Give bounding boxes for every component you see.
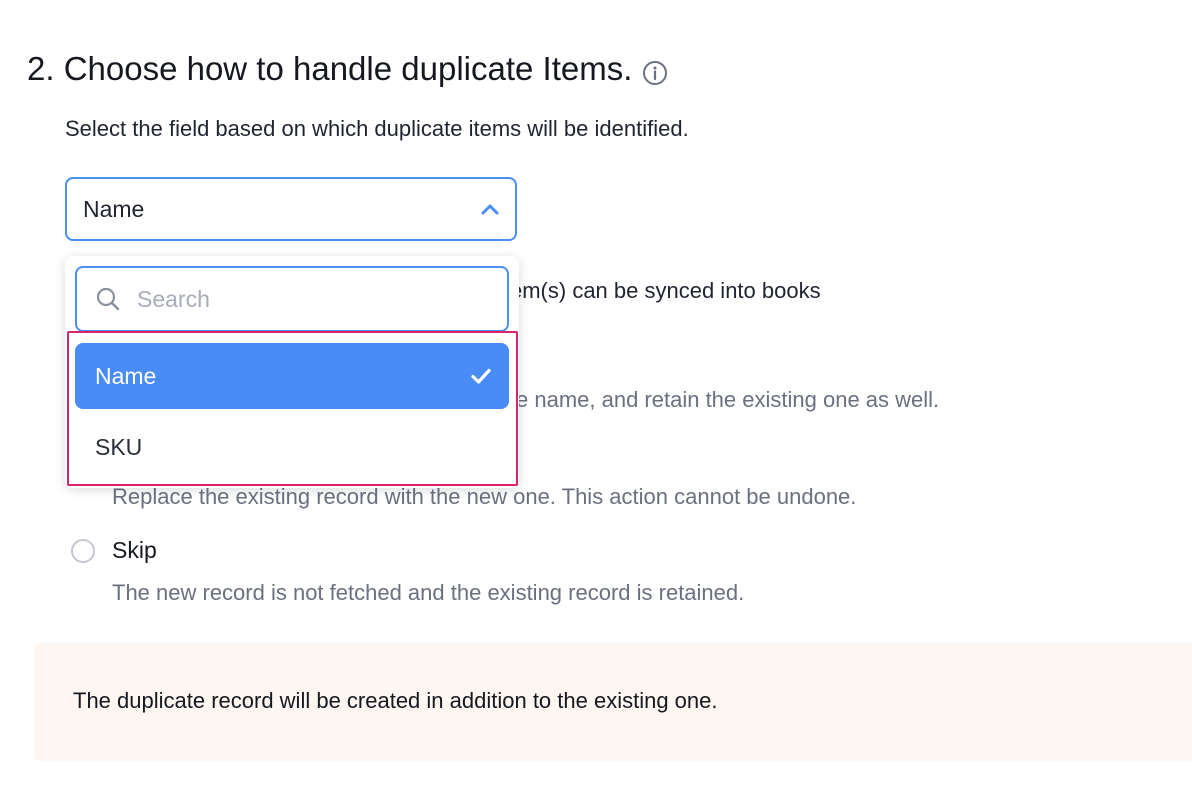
dropdown-search-input[interactable] [135, 284, 499, 314]
select-dropdown-panel: Name SKU [65, 256, 519, 488]
skip-label: Skip [112, 537, 157, 563]
option-label: SKU [95, 433, 143, 460]
info-icon[interactable] [642, 56, 668, 85]
notice-text: The duplicate record will be created in … [73, 688, 718, 713]
dropdown-option-name[interactable]: Name [75, 343, 509, 409]
section-subtext: Select the field based on which duplicat… [65, 116, 689, 141]
dropdown-option-sku[interactable]: SKU [75, 414, 509, 480]
skip-radio-option[interactable]: Skip [71, 537, 157, 564]
duplicate-field-select[interactable]: Name [65, 177, 517, 241]
notice-banner: The duplicate record will be created in … [34, 643, 1192, 761]
option-label: Name [95, 362, 157, 389]
skip-description: The new record is not fetched and the ex… [112, 580, 745, 605]
section-heading: 2. Choose how to handle duplicate Items. [27, 50, 668, 88]
heading-text: 2. Choose how to handle duplicate Items. [27, 50, 633, 87]
create-duplicate-description: e name, and retain the existing one as w… [516, 387, 940, 412]
sync-note-text: em(s) can be synced into books [510, 278, 821, 303]
skip-radio[interactable] [71, 538, 95, 563]
check-icon [471, 368, 491, 384]
select-value: Name [83, 195, 145, 222]
search-icon [96, 287, 120, 311]
dropdown-search-box[interactable] [75, 266, 509, 332]
chevron-up-icon [481, 204, 499, 215]
duplicate-handling-section: 2. Choose how to handle duplicate Items.… [0, 0, 1192, 798]
